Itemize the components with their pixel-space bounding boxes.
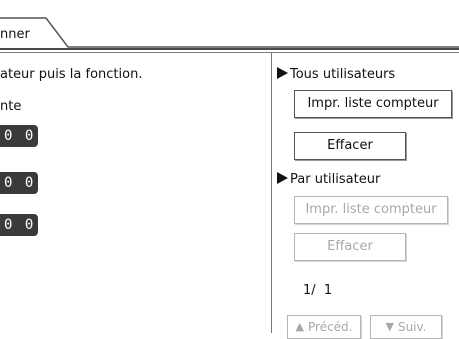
right-triangle-icon xyxy=(277,172,288,184)
counter-value-2: 0 0 xyxy=(0,172,38,194)
instruction-text: ateur puis la fonction. xyxy=(0,67,143,82)
clear-all-users-button[interactable]: Effacer xyxy=(294,132,406,160)
all-users-heading-label: Tous utilisateurs xyxy=(290,67,396,82)
counter-value-1: 0 0 xyxy=(0,125,38,147)
tab-label[interactable]: nner xyxy=(0,27,30,43)
counter-subheading: nte xyxy=(0,99,22,114)
next-page-button[interactable]: ▼ Suiv. xyxy=(370,315,442,339)
all-users-heading: Tous utilisateurs xyxy=(277,67,395,83)
pane-divider xyxy=(271,53,272,333)
tab-bar: nner xyxy=(0,0,459,48)
print-counter-list-user-button[interactable]: Impr. liste compteur xyxy=(294,196,448,224)
page-indicator: 1/ 1 xyxy=(303,283,333,298)
counter-value-3: 0 0 xyxy=(0,214,38,236)
tab-outline xyxy=(0,17,459,48)
previous-page-button[interactable]: ▲ Précéd. xyxy=(287,315,361,339)
per-user-heading-label: Par utilisateur xyxy=(290,172,381,187)
header-rule xyxy=(0,48,459,50)
header-rule-secondary xyxy=(0,52,459,53)
print-counter-list-all-button[interactable]: Impr. liste compteur xyxy=(294,90,452,118)
right-triangle-icon xyxy=(277,67,288,79)
per-user-heading: Par utilisateur xyxy=(277,172,380,188)
clear-per-user-button[interactable]: Effacer xyxy=(294,233,406,261)
